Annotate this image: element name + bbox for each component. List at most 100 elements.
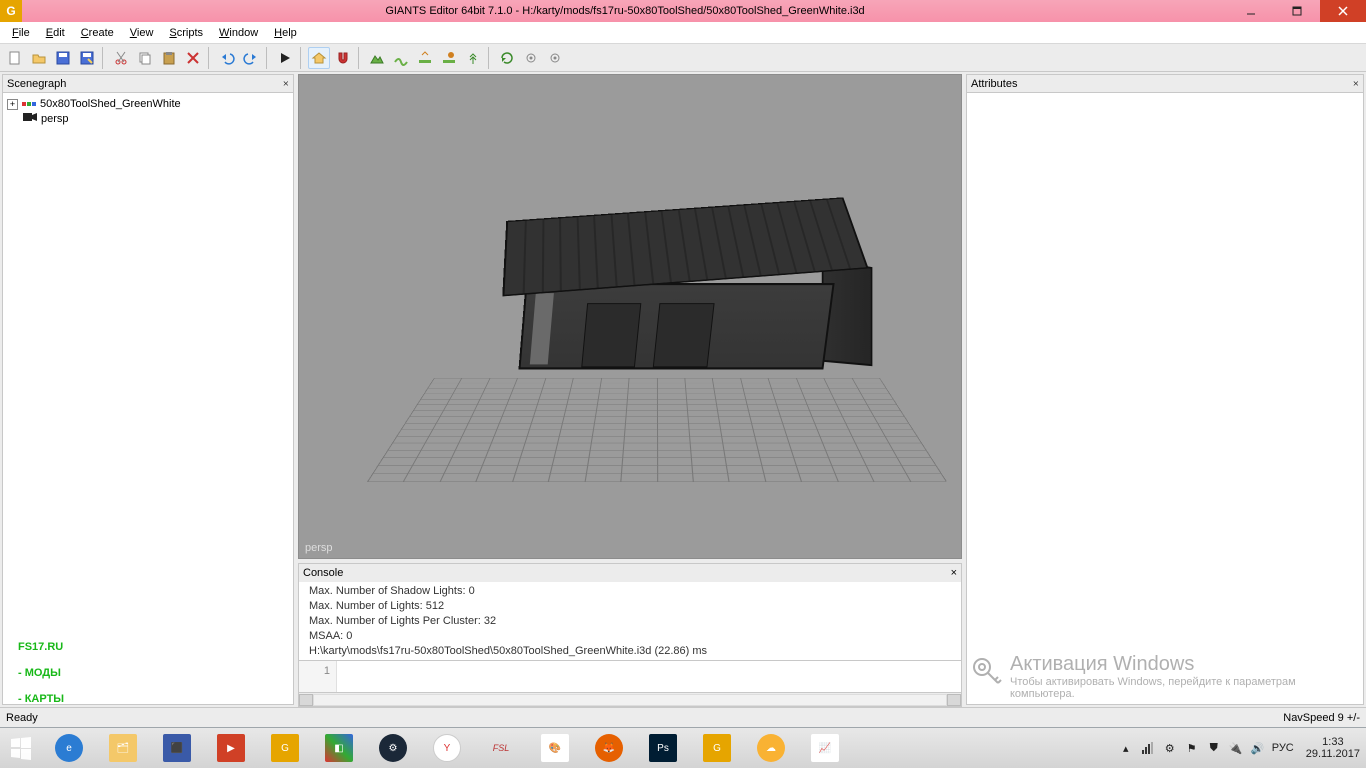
close-button[interactable] — [1320, 0, 1366, 22]
menu-create[interactable]: Create — [73, 25, 122, 41]
tray-signal-icon[interactable] — [1140, 740, 1156, 756]
taskbar-photoshop[interactable]: Ps — [636, 728, 690, 768]
paste-icon[interactable] — [158, 47, 180, 69]
app-icon: G — [0, 0, 22, 22]
console-line: MSAA: 0 — [309, 629, 951, 644]
tray-power-icon[interactable]: 🔌 — [1228, 740, 1244, 756]
menu-window[interactable]: Window — [211, 25, 266, 41]
console-line: H:\karty\mods\fs17ru-50x80ToolShed\50x80… — [309, 644, 951, 659]
tree-item-label: 50x80ToolShed_GreenWhite — [40, 98, 181, 110]
key-icon — [970, 655, 1002, 687]
menu-view[interactable]: View — [122, 25, 162, 41]
tray-up-icon[interactable]: ▴ — [1118, 740, 1134, 756]
taskbar-app2[interactable]: ▶ — [204, 728, 258, 768]
tray-clock[interactable]: 1:33 29.11.2017 — [1300, 736, 1360, 760]
taskbar-giants2[interactable]: G — [690, 728, 744, 768]
console-h-scrollbar[interactable] — [299, 692, 961, 706]
console-output: Max. Number of Shadow Lights: 0 Max. Num… — [299, 582, 961, 660]
console-panel: Console × Max. Number of Shadow Lights: 0… — [298, 563, 962, 707]
status-navspeed: NavSpeed 9 +/- — [1283, 712, 1360, 724]
tree-item-persp[interactable]: persp — [7, 111, 289, 126]
terrain-raise-icon[interactable] — [366, 47, 388, 69]
scroll-left-icon[interactable] — [299, 694, 313, 706]
taskbar-cloud[interactable]: ☁ — [744, 728, 798, 768]
tray-lang[interactable]: РУС — [1272, 742, 1294, 754]
tree-item-root[interactable]: + 50x80ToolShed_GreenWhite — [7, 97, 289, 111]
minimize-button[interactable] — [1228, 0, 1274, 22]
gear-b-icon[interactable] — [544, 47, 566, 69]
tree-item-label: persp — [41, 113, 69, 125]
tray-date: 29.11.2017 — [1306, 748, 1360, 760]
title-bar: G GIANTS Editor 64bit 7.1.0 - H:/karty/m… — [0, 0, 1366, 22]
shed-model — [491, 191, 875, 433]
tray-steam-icon[interactable]: ⚙ — [1162, 740, 1178, 756]
taskbar-app1[interactable]: ⬛ — [150, 728, 204, 768]
terrain-flatten-icon[interactable] — [414, 47, 436, 69]
console-line: Max. Number of Lights: 512 — [309, 599, 951, 614]
camera-icon — [23, 112, 37, 125]
tray-volume-icon[interactable]: 🔊 — [1250, 740, 1266, 756]
terrain-paint-icon[interactable] — [438, 47, 460, 69]
console-input-area: 1 — [299, 660, 961, 692]
menu-bar: File Edit Create View Scripts Window Hel… — [0, 22, 1366, 44]
3d-viewport[interactable]: persp — [298, 74, 962, 559]
console-title-label: Console — [303, 567, 343, 579]
window-title: GIANTS Editor 64bit 7.1.0 - H:/karty/mod… — [22, 5, 1228, 17]
scenegraph-panel: Scenegraph × + 50x80ToolShed_GreenWhite … — [2, 74, 294, 705]
watermark-overlay: FS17.RU - МОДЫ - КАРТЫ — [18, 634, 64, 712]
taskbar-steam[interactable]: ⚙ — [366, 728, 420, 768]
watermark-line: - МОДЫ — [18, 660, 64, 686]
maximize-button[interactable] — [1274, 0, 1320, 22]
magnet-icon[interactable] — [332, 47, 354, 69]
new-file-icon[interactable] — [4, 47, 26, 69]
play-icon[interactable] — [274, 47, 296, 69]
console-line: Max. Number of Lights Per Cluster: 32 — [309, 614, 951, 629]
tray-flag-icon[interactable]: ⚑ — [1184, 740, 1200, 756]
tray-shield-icon[interactable]: ⛊ — [1206, 740, 1222, 756]
save-as-icon[interactable] — [76, 47, 98, 69]
undo-icon[interactable] — [216, 47, 238, 69]
status-bar: Ready NavSpeed 9 +/- — [0, 707, 1366, 727]
attributes-close-icon[interactable]: × — [1353, 78, 1359, 90]
redo-icon[interactable] — [240, 47, 262, 69]
home-icon[interactable] — [308, 47, 330, 69]
reload-icon[interactable] — [496, 47, 518, 69]
attributes-panel: Attributes× — [966, 74, 1364, 705]
console-close-icon[interactable]: × — [951, 567, 957, 579]
foliage-icon[interactable] — [462, 47, 484, 69]
taskbar-app3[interactable]: FSL — [474, 728, 528, 768]
taskbar-explorer[interactable]: 🗂 — [96, 728, 150, 768]
copy-icon[interactable] — [134, 47, 156, 69]
taskbar-giants[interactable]: G — [258, 728, 312, 768]
start-button[interactable] — [0, 728, 42, 768]
scenegraph-title-label: Scenegraph — [7, 78, 66, 90]
expand-icon[interactable]: + — [7, 99, 18, 110]
taskbar-monitor[interactable]: 📈 — [798, 728, 852, 768]
taskbar-firefox[interactable]: 🦊 — [582, 728, 636, 768]
winact-sub: Чтобы активировать Windows, перейдите к … — [1010, 676, 1340, 700]
watermark-line: FS17.RU — [18, 634, 64, 660]
console-line: Max. Number of Shadow Lights: 0 — [309, 584, 951, 599]
taskbar-paint[interactable]: 🎨 — [528, 728, 582, 768]
scenegraph-close-icon[interactable]: × — [283, 78, 289, 90]
terrain-smooth-icon[interactable] — [390, 47, 412, 69]
open-file-icon[interactable] — [28, 47, 50, 69]
menu-help[interactable]: Help — [266, 25, 305, 41]
toolbar — [0, 44, 1366, 72]
save-icon[interactable] — [52, 47, 74, 69]
menu-file[interactable]: File — [4, 25, 38, 41]
status-ready: Ready — [6, 712, 38, 724]
menu-scripts[interactable]: Scripts — [161, 25, 211, 41]
taskbar-rubik[interactable]: ◧ — [312, 728, 366, 768]
taskbar-ie[interactable]: e — [42, 728, 96, 768]
system-tray: ▴ ⚙ ⚑ ⛊ 🔌 🔊 РУС 1:33 29.11.2017 — [1112, 736, 1366, 760]
scroll-right-icon[interactable] — [947, 694, 961, 706]
scenegraph-title: Scenegraph × — [3, 75, 293, 93]
taskbar-yandex[interactable]: Y — [420, 728, 474, 768]
delete-icon[interactable] — [182, 47, 204, 69]
menu-edit[interactable]: Edit — [38, 25, 73, 41]
console-input[interactable] — [337, 661, 961, 692]
gear-a-icon[interactable] — [520, 47, 542, 69]
winact-heading: Активация Windows — [1010, 653, 1340, 676]
cut-icon[interactable] — [110, 47, 132, 69]
